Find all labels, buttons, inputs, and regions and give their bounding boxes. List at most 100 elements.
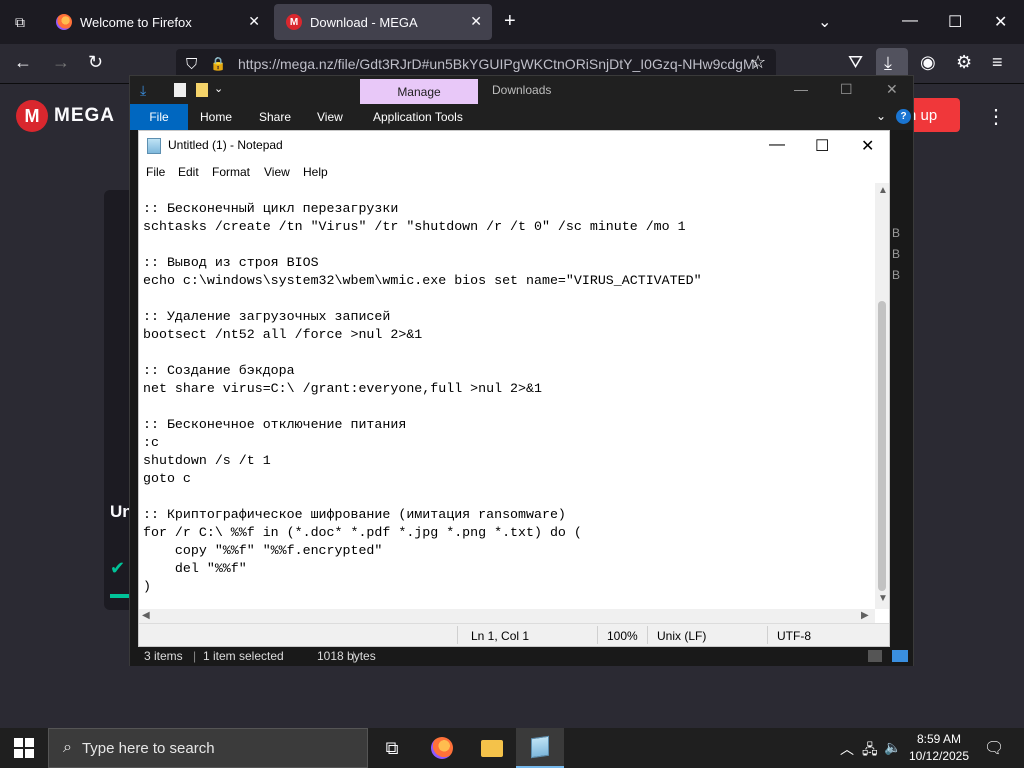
explorer-minimize-icon[interactable]: — xyxy=(794,81,808,97)
scroll-right-icon[interactable]: ▶ xyxy=(861,610,869,621)
clock-time: 8:59 AM xyxy=(916,732,962,746)
more-options-icon[interactable]: ⋮ xyxy=(986,104,1006,129)
window-maximize-icon[interactable]: ☐ xyxy=(948,12,962,32)
window-close-icon[interactable]: ✕ xyxy=(994,12,1007,32)
notepad-window: Untitled (1) - Notepad — ☐ ✕ File Edit F… xyxy=(138,130,890,647)
notepad-icon xyxy=(531,735,549,759)
tab-close-icon[interactable]: ✕ xyxy=(248,13,260,30)
ribbon-tab-application-tools[interactable]: Application Tools xyxy=(373,110,463,124)
zoom-level: 100% xyxy=(607,629,638,643)
explorer-close-icon[interactable]: ✕ xyxy=(886,81,898,98)
ribbon-expand-icon[interactable]: ⌄ xyxy=(876,109,886,123)
tab-download-mega[interactable]: M Download - MEGA ✕ xyxy=(274,4,492,40)
search-placeholder: Type here to search xyxy=(81,739,215,757)
qa-chevron-icon[interactable]: ⌄ xyxy=(214,82,223,95)
new-folder-icon[interactable] xyxy=(196,83,208,97)
mega-logo[interactable]: M MEGA xyxy=(16,100,115,132)
notepad-content[interactable]: :: Бесконечный цикл перезагрузки schtask… xyxy=(143,200,702,596)
taskbar-notepad[interactable] xyxy=(516,728,564,768)
progress-bar xyxy=(110,594,130,598)
extensions-icon[interactable]: ⚙ xyxy=(956,52,972,73)
system-clock[interactable]: 8:59 AM 10/12/2025 xyxy=(904,731,974,765)
line-ending: Unix (LF) xyxy=(657,629,707,643)
selected-size: 1018 bytes xyxy=(317,649,376,663)
scroll-up-icon[interactable]: ▲ xyxy=(878,185,888,196)
tab-welcome-to-firefox[interactable]: Welcome to Firefox ✕ xyxy=(44,4,270,40)
url-text[interactable]: https://mega.nz/file/Gdt3RJrD#un5BkYGUIP… xyxy=(238,56,758,72)
menu-help[interactable]: Help xyxy=(303,165,328,179)
taskbar: ⌕ Type here to search ⧉ ︿ 🖧 🔈 8:59 AM 10… xyxy=(0,728,1024,768)
menu-format[interactable]: Format xyxy=(212,165,250,179)
bookmark-star-icon[interactable]: ☆ xyxy=(750,52,766,73)
ribbon-tab-view[interactable]: View xyxy=(317,110,343,124)
search-icon: ⌕ xyxy=(63,739,72,756)
volume-icon[interactable]: 🔈 xyxy=(884,739,901,756)
tab-list-icon[interactable]: ⧉ xyxy=(8,10,32,34)
notepad-title: Untitled (1) - Notepad xyxy=(168,138,283,152)
reload-icon[interactable]: ↻ xyxy=(88,52,103,73)
firefox-favicon-icon xyxy=(56,14,72,30)
explorer-ribbon: File Home Share View Application Tools ⌄… xyxy=(130,104,913,130)
scroll-down-icon[interactable]: ▼ xyxy=(878,593,888,604)
pocket-icon[interactable]: ⛛ xyxy=(848,52,863,73)
explorer-maximize-icon[interactable]: ☐ xyxy=(840,81,853,98)
size-cell: B xyxy=(892,268,901,282)
explorer-title: Downloads xyxy=(492,83,552,97)
details-view-icon[interactable] xyxy=(868,650,882,662)
task-view-icon[interactable]: ⧉ xyxy=(368,728,416,768)
forward-icon[interactable]: → xyxy=(52,52,70,73)
account-icon[interactable]: ◉ xyxy=(920,52,936,73)
tab-title: Welcome to Firefox xyxy=(80,14,192,30)
window-minimize-icon[interactable]: — xyxy=(902,12,918,30)
tray-chevron-icon[interactable]: ︿ xyxy=(840,739,854,759)
explorer-titlebar[interactable]: ⤓ ⌄ Manage Downloads — ☐ ✕ xyxy=(130,76,913,105)
new-tab-icon[interactable]: + xyxy=(504,10,516,33)
notepad-menubar: File Edit Format View Help xyxy=(139,161,889,183)
encoding: UTF-8 xyxy=(777,629,811,643)
cursor-position: Ln 1, Col 1 xyxy=(471,629,530,643)
scroll-left-icon[interactable]: ◀ xyxy=(142,610,150,621)
help-icon[interactable]: ? xyxy=(896,109,911,124)
horizontal-scrollbar[interactable]: ◀ ▶ xyxy=(139,609,875,623)
notepad-titlebar[interactable]: Untitled (1) - Notepad — ☐ ✕ xyxy=(139,131,889,161)
menu-icon[interactable]: ≡ xyxy=(992,52,1003,73)
vertical-scrollbar[interactable]: ▲ ▼ xyxy=(875,183,889,609)
notification-center-icon[interactable]: 🗨 xyxy=(984,738,1004,758)
network-icon[interactable]: 🖧 xyxy=(862,739,878,763)
ribbon-tab-file[interactable]: File xyxy=(130,104,188,130)
menu-file[interactable]: File xyxy=(146,165,165,179)
mega-favicon-icon: M xyxy=(286,14,302,30)
size-cell: B xyxy=(892,226,901,240)
scroll-thumb[interactable] xyxy=(878,301,886,591)
properties-icon[interactable] xyxy=(174,83,186,97)
size-cell: B xyxy=(892,247,901,261)
windows-start-icon[interactable] xyxy=(14,738,34,758)
clock-date: 10/12/2025 xyxy=(908,749,970,763)
download-arrow-icon[interactable]: ⤓ xyxy=(140,82,146,99)
notepad-minimize-icon[interactable]: — xyxy=(769,136,785,154)
menu-view[interactable]: View xyxy=(264,165,290,179)
taskbar-firefox[interactable] xyxy=(418,728,466,768)
mega-logo-icon: M xyxy=(16,100,48,132)
explorer-statusbar: 3 items | 1 item selected 1018 bytes | xyxy=(130,646,913,666)
mega-logo-text: MEGA xyxy=(54,105,115,126)
taskbar-file-explorer[interactable] xyxy=(468,728,516,768)
back-icon[interactable]: ← xyxy=(14,52,32,73)
notepad-icon xyxy=(147,138,161,154)
tab-close-icon[interactable]: ✕ xyxy=(470,13,482,30)
firefox-icon xyxy=(431,737,453,759)
selected-count: 1 item selected xyxy=(203,649,284,663)
manage-tab[interactable]: Manage xyxy=(360,79,478,105)
ribbon-tab-share[interactable]: Share xyxy=(259,110,291,124)
taskbar-search-box[interactable]: ⌕ Type here to search xyxy=(48,728,368,768)
notepad-maximize-icon[interactable]: ☐ xyxy=(815,136,829,156)
notepad-text-area[interactable]: :: Бесконечный цикл перезагрузки schtask… xyxy=(139,183,875,609)
folder-icon xyxy=(481,739,503,757)
list-all-tabs-icon[interactable]: ⌄ xyxy=(818,12,831,32)
ribbon-tab-home[interactable]: Home xyxy=(200,110,232,124)
menu-edit[interactable]: Edit xyxy=(178,165,199,179)
notepad-close-icon[interactable]: ✕ xyxy=(861,136,874,156)
shield-icon[interactable]: ⛉ xyxy=(186,56,197,73)
large-icons-view-icon[interactable] xyxy=(892,650,908,662)
lock-icon[interactable]: 🔒 xyxy=(210,56,226,72)
